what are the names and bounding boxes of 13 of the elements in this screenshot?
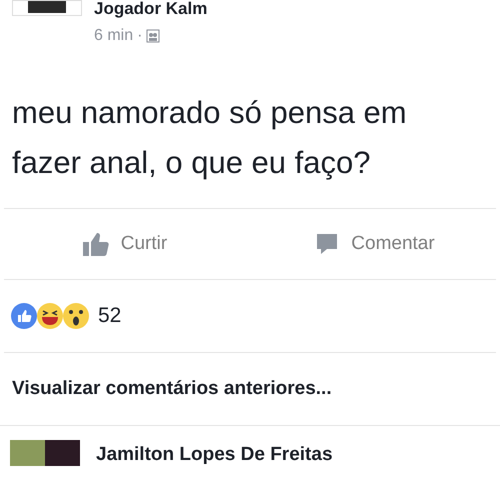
comment-icon [315,232,340,256]
audience-icon [146,29,160,43]
commenter-avatar [10,440,80,466]
previous-comments-link[interactable]: Visualizar comentários anteriores... [12,374,332,404]
separator: · [137,26,142,46]
post-time: 6 min [94,26,134,46]
comment-button[interactable]: Comentar [250,209,500,279]
post-text: meu namorado só pensa em fazer anal, o que eu faço? [11,94,408,182]
author-name[interactable]: Jogador Kalm [94,0,208,18]
thumbs-up-icon [82,232,109,256]
like-button[interactable]: Curtir [0,209,250,279]
reaction-count: 52 [98,303,122,330]
commenter-name[interactable]: Jamilton Lopes De Freitas [96,444,333,466]
